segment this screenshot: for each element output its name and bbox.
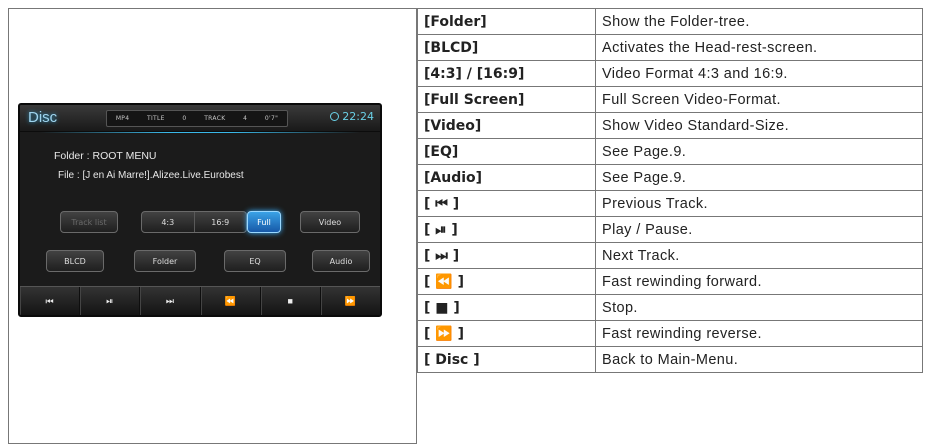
function-description: See Page.9. (595, 138, 923, 165)
function-key: [ ⏩ ] (417, 320, 596, 347)
function-description: Play / Pause. (595, 216, 923, 243)
file-line: File : [J en Ai Marre!].Alizee.Live.Euro… (58, 170, 244, 181)
function-key: [ ⏮ ] (417, 190, 596, 217)
transport-bar: ⏮ ⏯ ⏭ ⏪ ■ ⏩ (20, 286, 380, 315)
blcd-button[interactable]: BLCD (46, 250, 104, 272)
function-description: Show the Folder-tree. (595, 8, 923, 35)
function-key: [ ⏪ ] (417, 268, 596, 295)
function-key: [ ⏭ ] (417, 242, 596, 269)
device-screen: Disc MP4 TITLE 0 TRACK 4 0'7" 22:24 Fold… (18, 103, 382, 317)
full-screen-button[interactable]: Full (247, 211, 281, 233)
function-key: [Folder] (417, 8, 596, 35)
function-key: [Full Screen] (417, 86, 596, 113)
eq-button[interactable]: EQ (224, 250, 286, 272)
table-row: [BLCD] Activates the Head-rest-screen. (417, 34, 923, 61)
table-row: [ ⏮ ] Previous Track. (417, 190, 923, 217)
format-label: MP4 (115, 115, 130, 122)
function-description: Activates the Head-rest-screen. (595, 34, 923, 61)
function-description: See Page.9. (595, 164, 923, 191)
function-description: Show Video Standard-Size. (595, 112, 923, 139)
function-key: [EQ] (417, 138, 596, 165)
function-description: Stop. (595, 294, 923, 321)
stop-icon[interactable]: ■ (261, 287, 321, 315)
previous-track-icon[interactable]: ⏮ (20, 287, 81, 315)
clock-icon (330, 112, 340, 121)
function-key: [Audio] (417, 164, 596, 191)
audio-button[interactable]: Audio (312, 250, 370, 272)
table-row: [EQ] See Page.9. (417, 138, 923, 165)
divider-glow (40, 132, 360, 133)
table-row: [ Disc ] Back to Main-Menu. (417, 346, 923, 373)
track-number: 4 (243, 115, 248, 122)
table-row: [4:3] / [16:9] Video Format 4:3 and 16:9. (417, 60, 923, 87)
table-row: [ ⏪ ] Fast rewinding forward. (417, 268, 923, 295)
folder-button[interactable]: Folder (134, 250, 196, 272)
function-description: Fast rewinding forward. (595, 268, 923, 295)
next-track-icon[interactable]: ⏭ (140, 287, 201, 315)
function-key: [BLCD] (417, 34, 596, 61)
table-row: [ ⏯ ] Play / Pause. (417, 216, 923, 243)
rewind-icon[interactable]: ⏪ (201, 287, 261, 315)
device-top-bar: Disc MP4 TITLE 0 TRACK 4 0'7" 22:24 (20, 105, 380, 132)
function-description: Previous Track. (595, 190, 923, 217)
folder-line: Folder : ROOT MENU (54, 150, 157, 162)
function-key: [Video] (417, 112, 596, 139)
function-key: [ Disc ] (417, 346, 596, 373)
function-key: [ ■ ] (417, 294, 596, 321)
function-description: Full Screen Video-Format. (595, 86, 923, 113)
track-label: TRACK (204, 115, 226, 122)
track-list-button[interactable]: Track list (60, 211, 118, 233)
table-row: [ ■ ] Stop. (417, 294, 923, 321)
disc-title[interactable]: Disc (28, 109, 57, 126)
function-description: Fast rewinding reverse. (595, 320, 923, 347)
function-table: [Folder] Show the Folder-tree. [BLCD] Acti… (417, 8, 923, 373)
table-row: [Folder] Show the Folder-tree. (417, 8, 923, 35)
aspect-ratio-group: 4:3 16:9 (141, 211, 247, 233)
playback-info-bar: MP4 TITLE 0 TRACK 4 0'7" (106, 110, 288, 127)
table-row: [Audio] See Page.9. (417, 164, 923, 191)
elapsed-time: 0'7" (264, 115, 279, 122)
function-description: Next Track. (595, 242, 923, 269)
table-row: [Video] Show Video Standard-Size. (417, 112, 923, 139)
table-row: [ ⏭ ] Next Track. (417, 242, 923, 269)
clock-time: 22:24 (342, 110, 374, 123)
function-key: [4:3] / [16:9] (417, 60, 596, 87)
function-description: Video Format 4:3 and 16:9. (595, 60, 923, 87)
function-description: Back to Main-Menu. (595, 346, 923, 373)
video-button[interactable]: Video (300, 211, 360, 233)
table-row: [Full Screen] Full Screen Video-Format. (417, 86, 923, 113)
play-pause-icon[interactable]: ⏯ (80, 287, 141, 315)
clock: 22:24 (330, 110, 374, 123)
ratio-4-3-button[interactable]: 4:3 (142, 212, 195, 232)
title-number: 0 (182, 115, 187, 122)
fast-forward-icon[interactable]: ⏩ (321, 287, 380, 315)
title-label: TITLE (147, 115, 165, 122)
ratio-16-9-button[interactable]: 16:9 (195, 212, 247, 232)
table-row: [ ⏩ ] Fast rewinding reverse. (417, 320, 923, 347)
function-key: [ ⏯ ] (417, 216, 596, 243)
